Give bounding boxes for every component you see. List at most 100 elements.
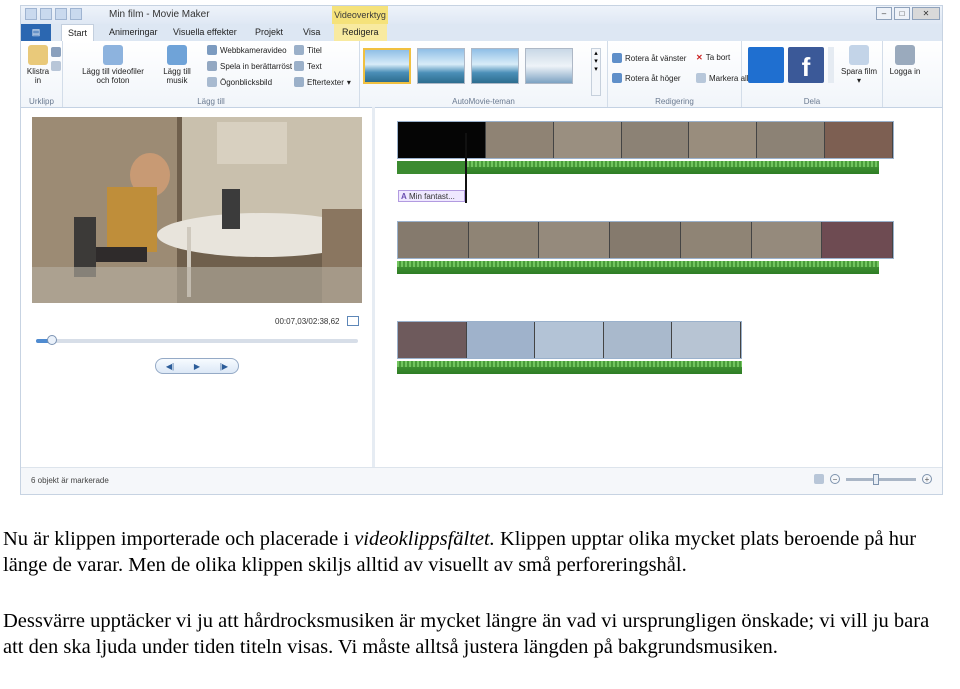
movie-maker-window: Min film - Movie Maker Videoverktyg – □ … bbox=[20, 5, 943, 495]
fullscreen-icon[interactable] bbox=[347, 316, 359, 326]
redo-icon[interactable] bbox=[70, 8, 82, 20]
zoom-slider[interactable] bbox=[846, 473, 916, 485]
facebook-icon[interactable]: f bbox=[788, 47, 824, 83]
tab-view[interactable]: Visa bbox=[303, 24, 320, 41]
tab-project[interactable]: Projekt bbox=[255, 24, 283, 41]
rotate-right-button[interactable]: Rotera åt höger bbox=[612, 73, 681, 83]
theme-thumbnail[interactable] bbox=[471, 48, 519, 84]
themes-scroll-button[interactable]: ▴ ▾ ▾ bbox=[591, 48, 601, 96]
preview-pane: 00:07,03/02:38,62 ◀| ▶ |▶ bbox=[31, 117, 362, 384]
cut-icon[interactable] bbox=[51, 47, 61, 57]
timecode: 00:07,03/02:38,62 bbox=[275, 317, 340, 326]
share-scroll[interactable] bbox=[828, 47, 834, 83]
status-bar: 6 objekt är markerade − + bbox=[21, 467, 942, 494]
tab-animations[interactable]: Animeringar bbox=[109, 24, 158, 41]
paste-button[interactable]: Klistra in bbox=[25, 45, 51, 85]
save-icon[interactable] bbox=[40, 8, 52, 20]
add-group: Lägg till videofiler och foton Lägg till… bbox=[63, 41, 360, 107]
caption-icon bbox=[294, 61, 304, 71]
theme-thumbnail[interactable] bbox=[417, 48, 465, 84]
credits-icon bbox=[294, 77, 304, 87]
film-icon bbox=[103, 45, 123, 65]
clipboard-group: Klistra in Urklipp bbox=[21, 41, 63, 107]
zoom-thumb[interactable] bbox=[873, 473, 879, 485]
title-button[interactable]: Titel bbox=[294, 45, 322, 55]
snapshot-button[interactable]: Ögonblicksbild bbox=[207, 77, 272, 87]
select-all-icon bbox=[696, 73, 706, 83]
remove-button[interactable]: ✕ Ta bort bbox=[696, 53, 730, 62]
ribbon-tabs: ▤ Start Animeringar Visuella effekter Pr… bbox=[21, 24, 942, 41]
rotate-left-button[interactable]: Rotera åt vänster bbox=[612, 53, 686, 63]
clipboard-icon bbox=[28, 45, 48, 65]
next-frame-icon[interactable]: |▶ bbox=[220, 362, 228, 371]
user-icon bbox=[895, 45, 915, 65]
zoom-out-icon[interactable]: − bbox=[830, 474, 840, 484]
credits-button[interactable]: Eftertexter ▾ bbox=[294, 77, 351, 87]
selection-status: 6 objekt är markerade bbox=[31, 476, 109, 485]
add-music-button[interactable]: Lägg till musik bbox=[155, 45, 199, 85]
add-videos-button[interactable]: Lägg till videofiler och foton bbox=[77, 45, 149, 85]
caption-tag[interactable]: A Min fantast... bbox=[398, 190, 465, 202]
camera-icon bbox=[207, 77, 217, 87]
music-track[interactable] bbox=[467, 161, 879, 174]
app-menu-icon[interactable] bbox=[25, 8, 37, 20]
title-bar: Min film - Movie Maker Videoverktyg – □ … bbox=[21, 6, 942, 24]
paragraph-2: Dessvärre upptäcker vi ju att hårdrocksm… bbox=[3, 610, 930, 658]
tab-edit[interactable]: Redigera bbox=[334, 24, 387, 41]
skydrive-icon[interactable] bbox=[748, 47, 784, 83]
video-preview[interactable] bbox=[32, 117, 362, 303]
minimize-button[interactable]: – bbox=[876, 7, 892, 20]
save-movie-icon bbox=[849, 45, 869, 65]
music-note-icon bbox=[167, 45, 187, 65]
zoom-controls: − + bbox=[814, 473, 932, 485]
caption-icon: A bbox=[401, 192, 407, 201]
undo-icon[interactable] bbox=[55, 8, 67, 20]
zoom-in-icon[interactable]: + bbox=[922, 474, 932, 484]
narration-button[interactable]: Spela in berättarröst ▾ bbox=[207, 61, 299, 71]
signin-group: Logga in bbox=[883, 41, 927, 107]
webcam-button[interactable]: Webbkameravideo bbox=[207, 45, 287, 55]
microphone-icon bbox=[207, 61, 217, 71]
video-clip-strip[interactable] bbox=[397, 221, 894, 259]
playback-controls: ◀| ▶ |▶ bbox=[155, 358, 239, 374]
ribbon: Klistra in Urklipp Lägg till videofiler … bbox=[21, 41, 942, 108]
edit-group: Rotera åt vänster ✕ Ta bort Rotera åt hög… bbox=[608, 41, 753, 107]
tab-start[interactable]: Start bbox=[61, 24, 95, 41]
theme-thumbnail[interactable] bbox=[525, 48, 573, 84]
storyboard-view-icon[interactable] bbox=[814, 474, 824, 484]
share-group: f Spara film ▾ Dela bbox=[742, 41, 883, 107]
quick-access-toolbar bbox=[25, 8, 82, 20]
music-track[interactable] bbox=[397, 361, 742, 374]
rotate-right-icon bbox=[612, 73, 622, 83]
close-button[interactable]: ✕ bbox=[912, 7, 940, 20]
save-movie-button[interactable]: Spara film ▾ bbox=[838, 45, 880, 85]
maximize-button[interactable]: □ bbox=[894, 7, 910, 20]
seek-handle[interactable] bbox=[47, 335, 57, 345]
theme-thumbnail[interactable] bbox=[363, 48, 411, 84]
previous-frame-icon[interactable]: ◀| bbox=[166, 362, 174, 371]
video-clip-strip[interactable] bbox=[397, 121, 894, 159]
playhead[interactable] bbox=[465, 133, 467, 203]
audio-track[interactable] bbox=[397, 161, 465, 174]
music-track[interactable] bbox=[397, 261, 879, 274]
window-controls: – □ ✕ bbox=[876, 7, 940, 20]
context-header: Videoverktyg bbox=[332, 6, 388, 24]
storyboard: A Min fantast... bbox=[381, 111, 941, 466]
tab-visual-effects[interactable]: Visuella effekter bbox=[173, 24, 237, 41]
delete-icon: ✕ bbox=[696, 53, 703, 62]
video-clip-strip[interactable] bbox=[397, 321, 742, 359]
window-title: Min film - Movie Maker bbox=[109, 9, 210, 20]
seek-bar[interactable] bbox=[36, 339, 358, 343]
pane-divider[interactable] bbox=[372, 107, 375, 470]
caption-button[interactable]: Text bbox=[294, 61, 322, 71]
rotate-left-icon bbox=[612, 53, 622, 63]
paragraph-1: Nu är klippen importerade och placerade … bbox=[3, 528, 917, 576]
title-icon bbox=[294, 45, 304, 55]
themes-group: ▴ ▾ ▾ AutoMovie-teman bbox=[360, 41, 608, 107]
signin-button[interactable]: Logga in bbox=[885, 45, 925, 76]
play-icon[interactable]: ▶ bbox=[194, 362, 200, 371]
webcam-icon bbox=[207, 45, 217, 55]
video-frame-image bbox=[32, 117, 362, 303]
copy-icon[interactable] bbox=[51, 61, 61, 71]
file-menu-button[interactable]: ▤ bbox=[21, 24, 51, 41]
